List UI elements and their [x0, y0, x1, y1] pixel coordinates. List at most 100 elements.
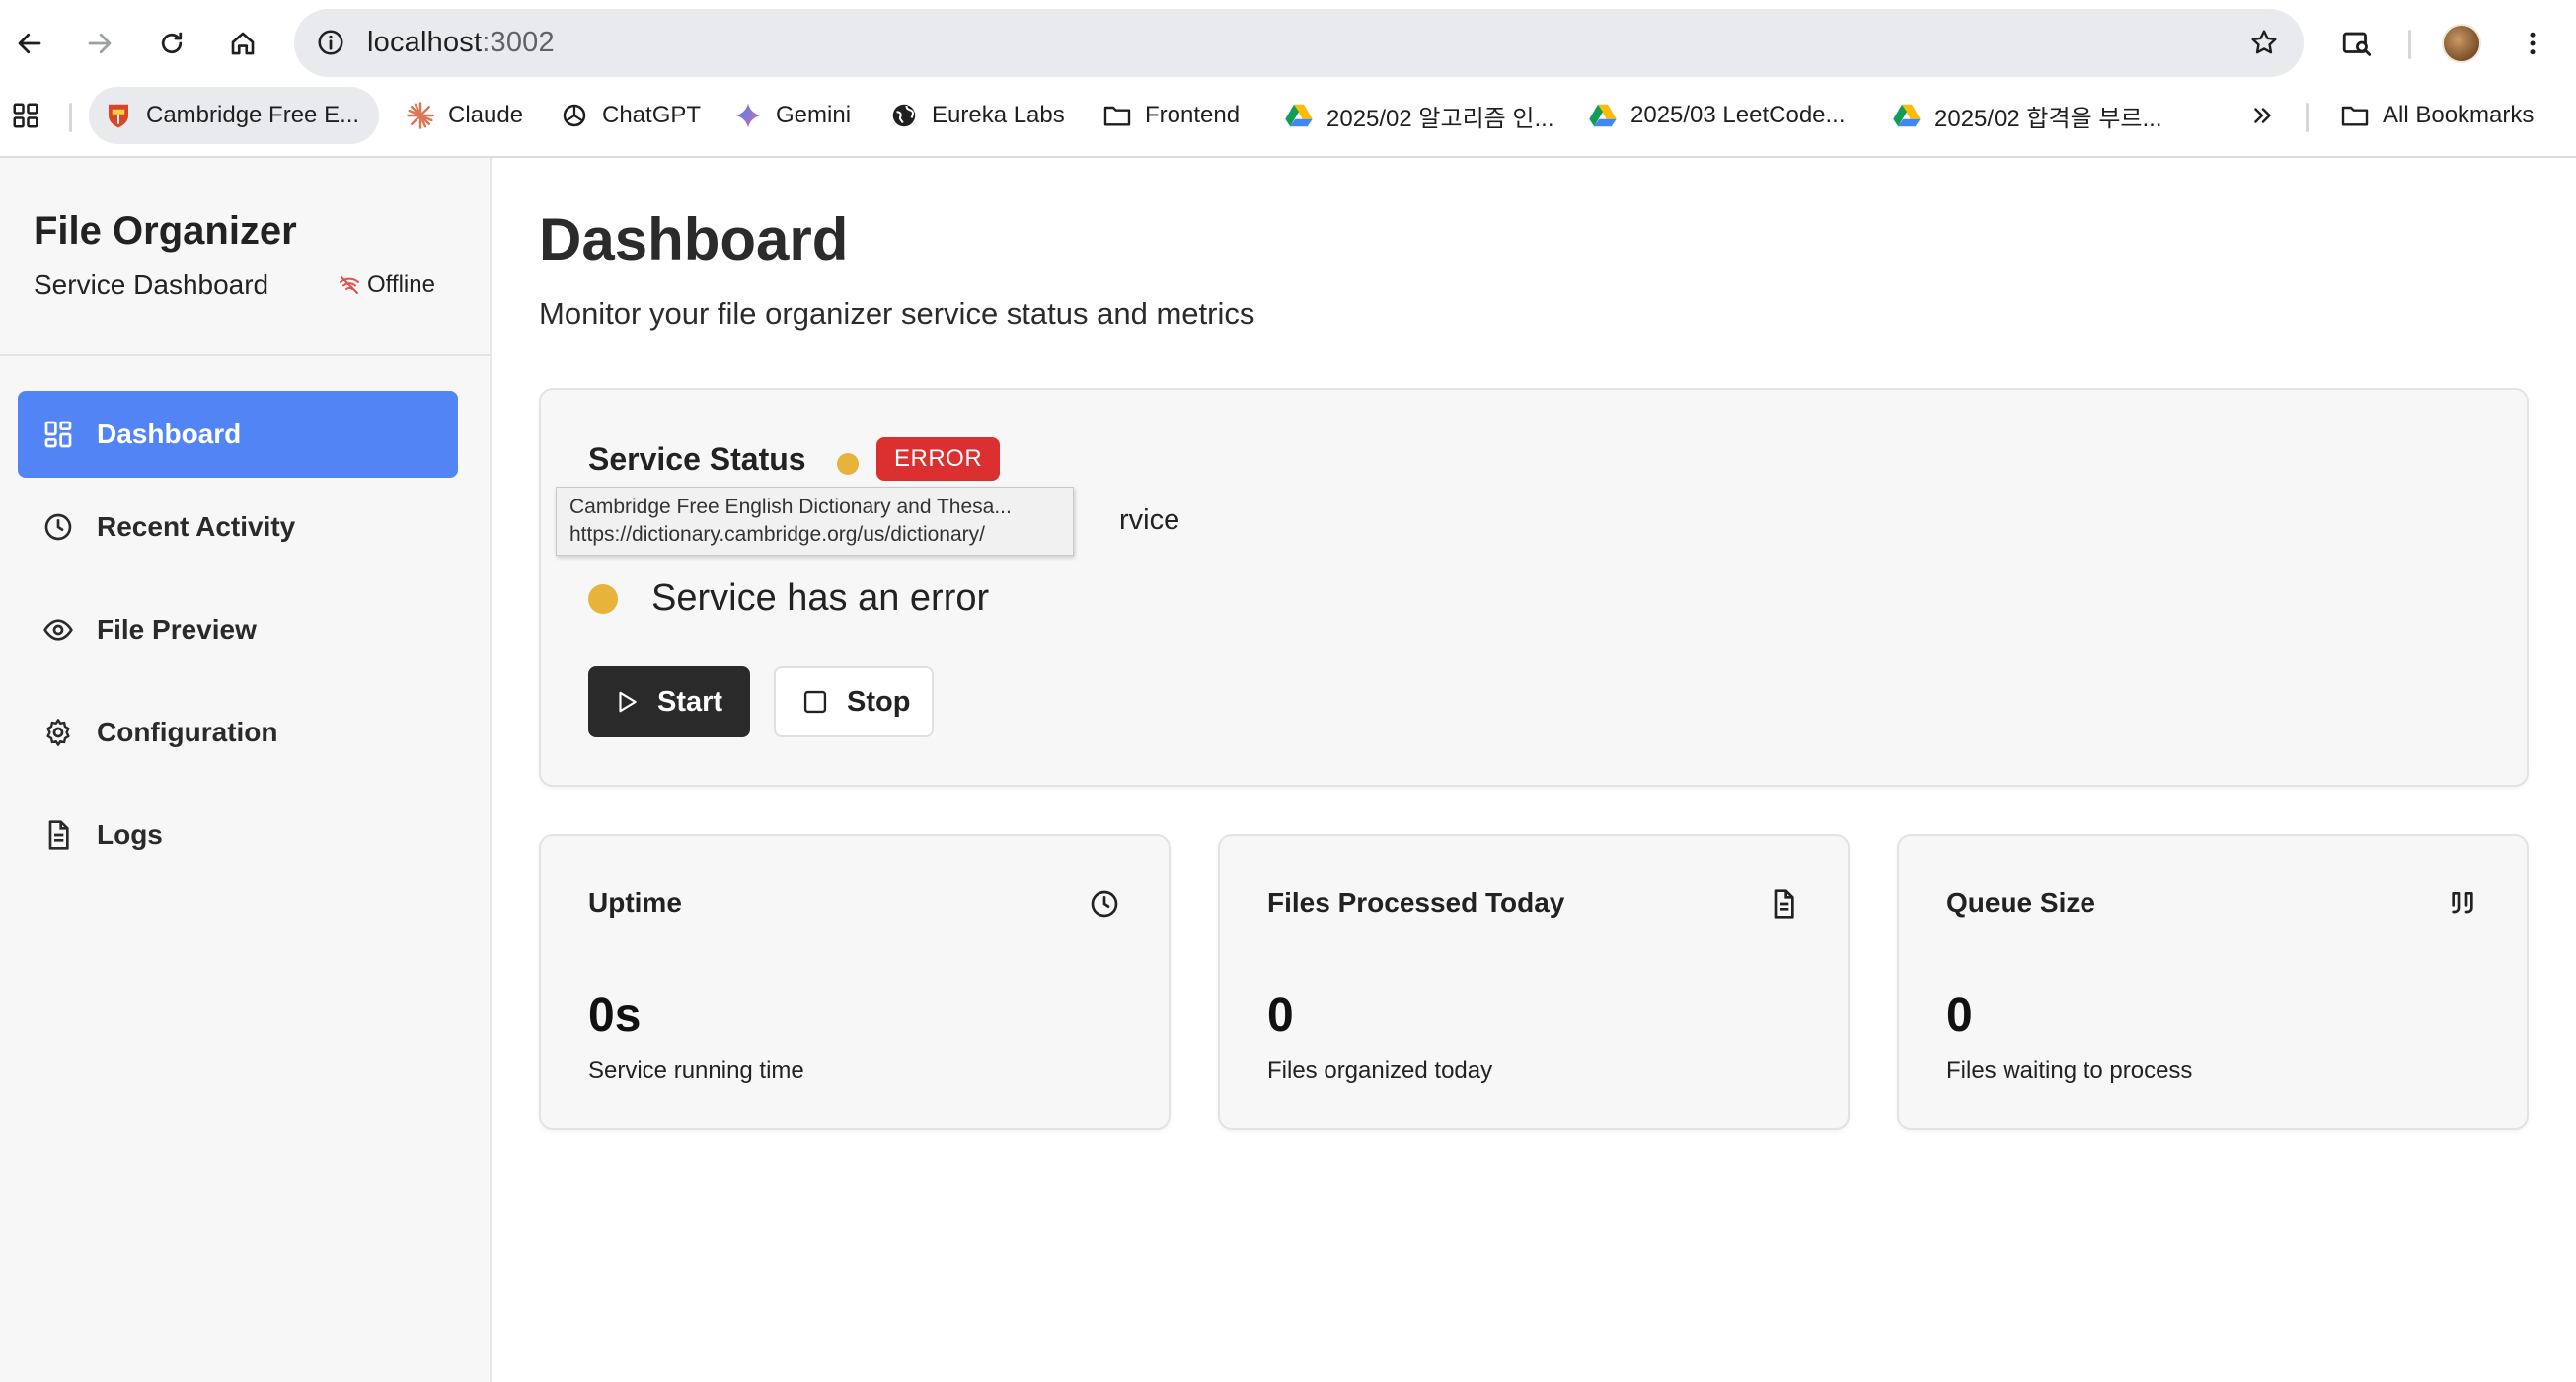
- bookmarks-separator: [2306, 103, 2309, 132]
- bookmark-cambridge[interactable]: Cambridge Free E...: [89, 87, 380, 144]
- cambridge-shield-icon: [103, 100, 134, 131]
- grid-icon: [41, 418, 75, 451]
- sidebar-item-dashboard[interactable]: Dashboard: [18, 391, 458, 478]
- back-button[interactable]: [6, 20, 53, 67]
- folder-icon: [2339, 100, 2371, 131]
- all-bookmarks-label: All Bookmarks: [2383, 102, 2535, 128]
- apps-grid-icon: [13, 103, 38, 128]
- apps-grid-button[interactable]: [6, 87, 45, 144]
- reload-icon: [161, 32, 183, 54]
- sidebar: File Organizer Service Dashboard Offline…: [0, 158, 492, 1382]
- stop-button[interactable]: Stop: [774, 666, 934, 737]
- claude-icon: [405, 100, 436, 131]
- gear-icon: [41, 716, 75, 749]
- bookmark-tooltip: Cambridge Free English Dictionary and Th…: [556, 487, 1074, 556]
- all-bookmarks-button[interactable]: All Bookmarks: [2339, 87, 2534, 144]
- sidebar-item-configuration[interactable]: Configuration: [18, 689, 458, 776]
- browser-menu-button[interactable]: [2509, 20, 2556, 67]
- wifi-off-icon: [340, 276, 359, 294]
- search-tabs-button[interactable]: [2333, 20, 2381, 67]
- arrow-left-icon: [18, 33, 41, 54]
- url-port: :3002: [482, 27, 555, 58]
- sidebar-item-recent-activity[interactable]: Recent Activity: [18, 484, 458, 571]
- metric-title: Queue Size: [1946, 887, 2095, 918]
- service-status-title: Service Status: [588, 441, 806, 477]
- uptime-card: Uptime 0s Service running time: [539, 834, 1171, 1130]
- bookmark-drive-pass[interactable]: 2025/02 합격을 부르...: [1891, 87, 2162, 144]
- page-subtitle: Monitor your file organizer service stat…: [539, 296, 1255, 331]
- play-icon: [619, 691, 637, 713]
- metric-title: Uptime: [588, 887, 682, 918]
- bookmark-chatgpt[interactable]: ChatGPT: [559, 87, 701, 144]
- globe-icon: [888, 100, 920, 131]
- bookmark-label: 2025/02 합격을 부르...: [1934, 105, 2162, 132]
- status-indicator-dot: [837, 453, 859, 475]
- metric-value: 0: [1946, 989, 1973, 1041]
- app: File Organizer Service Dashboard Offline…: [0, 158, 2576, 1382]
- bookmark-eureka-labs[interactable]: Eureka Labs: [888, 87, 1065, 144]
- google-drive-icon: [1283, 100, 1315, 131]
- bookmark-label: 2025/02 알고리즘 인...: [1326, 105, 1554, 132]
- bookmark-frontend-folder[interactable]: Frontend: [1101, 87, 1240, 144]
- sidebar-item-file-preview[interactable]: File Preview: [18, 586, 458, 673]
- folder-icon: [1101, 100, 1133, 131]
- start-button[interactable]: Start: [588, 666, 750, 737]
- clock-icon: [1088, 887, 1121, 921]
- metric-value: 0s: [588, 989, 642, 1041]
- tooltip-title: Cambridge Free English Dictionary and Th…: [569, 496, 1012, 518]
- stop-square-icon: [803, 690, 827, 714]
- site-info-icon[interactable]: [310, 22, 351, 63]
- main-content: Dashboard Monitor your file organizer se…: [492, 158, 2576, 1382]
- eye-icon: [41, 613, 75, 647]
- bookmark-label: Cambridge Free E...: [146, 102, 360, 128]
- queue-icon: [2446, 887, 2479, 921]
- service-status-message: Service has an error: [588, 577, 989, 620]
- status-badge: ERROR: [876, 437, 1001, 481]
- double-chevron-right-icon: [2254, 108, 2271, 123]
- more-bookmarks-button[interactable]: [2246, 87, 2280, 144]
- bookmark-label: Eureka Labs: [932, 102, 1065, 128]
- bookmark-label: Claude: [448, 102, 524, 128]
- app-subtitle: Service Dashboard: [34, 269, 269, 300]
- google-drive-icon: [1891, 100, 1923, 131]
- stop-button-label: Stop: [847, 685, 911, 718]
- forward-button[interactable]: [76, 20, 123, 67]
- bookmark-label: ChatGPT: [602, 102, 702, 128]
- bookmark-label: Frontend: [1145, 102, 1241, 128]
- tab-search-icon: [2342, 32, 2372, 56]
- bookmark-label: 2025/03 LeetCode...: [1630, 102, 1846, 128]
- google-drive-icon: [1587, 100, 1619, 131]
- connection-status-label: Offline: [367, 271, 435, 298]
- gemini-icon: [732, 100, 764, 131]
- url-host: localhost: [367, 27, 483, 58]
- kebab-menu-icon: [2530, 32, 2536, 55]
- browser-toolbar: localhost:3002: [0, 0, 2576, 87]
- bookmark-star-icon[interactable]: [2242, 21, 2286, 64]
- service-status-description: rvice: [1119, 504, 1180, 536]
- service-status-card: Service Status ERROR rvice Service has a…: [539, 388, 2529, 787]
- bookmark-gemini[interactable]: Gemini: [732, 87, 851, 144]
- bookmark-drive-algorithm[interactable]: 2025/02 알고리즘 인...: [1283, 87, 1554, 144]
- sidebar-item-label: File Preview: [97, 614, 257, 645]
- home-button[interactable]: [219, 20, 266, 67]
- page-title: Dashboard: [539, 206, 849, 272]
- address-bar[interactable]: localhost:3002: [294, 9, 2304, 77]
- profile-avatar[interactable]: [2442, 24, 2481, 63]
- sidebar-item-logs[interactable]: Logs: [18, 792, 458, 879]
- metric-description: Service running time: [588, 1057, 804, 1084]
- bookmarks-separator: [69, 103, 72, 132]
- arrow-right-icon: [88, 33, 112, 54]
- sidebar-item-label: Logs: [97, 819, 163, 850]
- url-text: localhost:3002: [367, 9, 555, 77]
- document-icon: [1767, 887, 1800, 921]
- metric-description: Files waiting to process: [1946, 1057, 2193, 1084]
- reload-button[interactable]: [148, 20, 195, 67]
- sidebar-divider: [0, 354, 490, 356]
- status-message-text: Service has an error: [651, 577, 990, 619]
- bookmark-claude[interactable]: Claude: [405, 87, 523, 144]
- metric-title: Files Processed Today: [1267, 887, 1565, 918]
- sidebar-item-label: Configuration: [97, 717, 278, 747]
- sidebar-item-label: Dashboard: [97, 419, 242, 449]
- bookmark-drive-leetcode[interactable]: 2025/03 LeetCode...: [1587, 87, 1846, 144]
- app-title: File Organizer: [34, 209, 297, 253]
